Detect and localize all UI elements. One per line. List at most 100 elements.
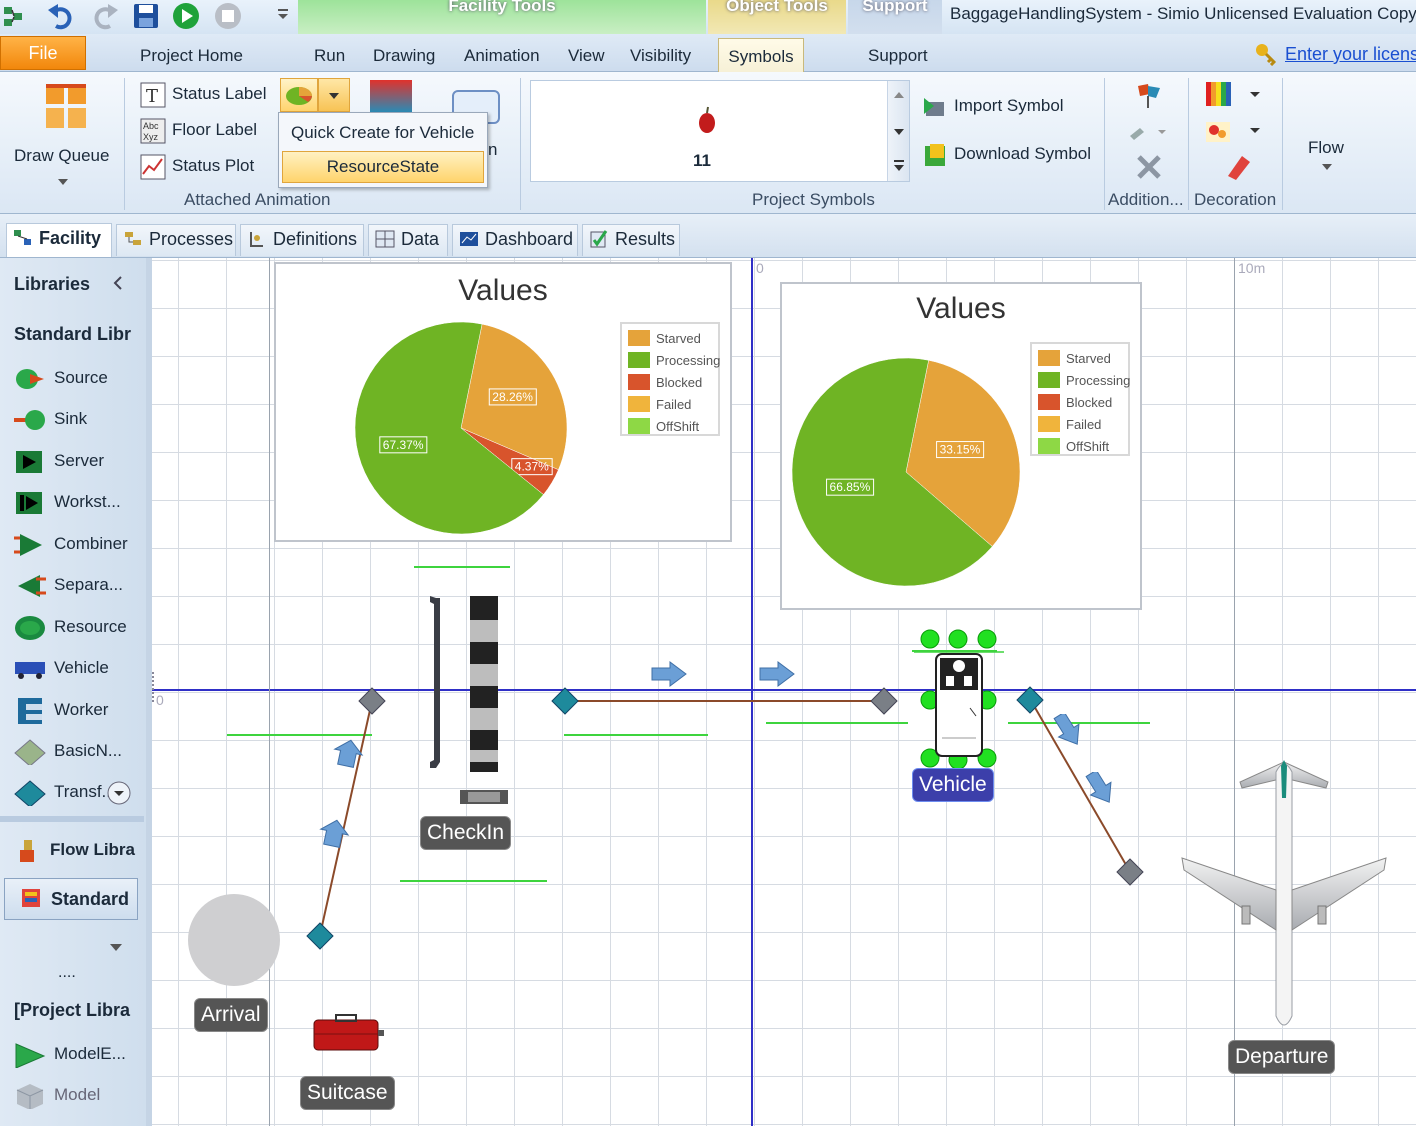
gallery-scroll[interactable] (887, 81, 909, 181)
download-symbol-icon (925, 144, 945, 166)
tab-results[interactable]: Results (582, 224, 680, 256)
chevron-up-icon[interactable] (888, 85, 910, 105)
tab-animation[interactable]: Animation (464, 46, 540, 66)
facility-canvas[interactable]: 10m 0 10m 0 Arrival Suitcase (152, 258, 1416, 1126)
vehicle-symbol[interactable] (914, 628, 1004, 768)
basic-node[interactable] (1116, 858, 1144, 886)
status-pie-button[interactable] (280, 78, 318, 112)
tab-processes[interactable]: Processes (116, 224, 236, 256)
tab-symbols[interactable]: Symbols (718, 38, 804, 73)
direction-arrow-icon (1085, 772, 1112, 803)
tab-dashboard[interactable]: Dashboard (452, 224, 578, 256)
transfer-node[interactable] (1016, 686, 1044, 714)
legend-item-starved: Starved (628, 328, 712, 350)
import-symbol-button[interactable]: Import Symbol (922, 94, 1072, 122)
status-pie-dropdown[interactable] (318, 78, 350, 112)
download-symbol-button[interactable]: Download Symbol (922, 142, 1092, 170)
separator-icon (18, 575, 46, 597)
library-item-label: Separa... (54, 575, 123, 594)
scroll-down-icon[interactable] (106, 780, 132, 806)
more-libraries[interactable]: .... (58, 964, 76, 982)
eraser-icon[interactable] (1222, 152, 1252, 182)
departure-label[interactable]: Departure (1228, 1040, 1336, 1074)
airplane-symbol[interactable] (1180, 758, 1390, 1028)
tab-view[interactable]: View (568, 46, 605, 66)
checkin-counter[interactable] (422, 590, 522, 810)
svg-text:Abc: Abc (143, 121, 159, 131)
draw-queue-button[interactable]: Draw Queue (6, 78, 116, 185)
status-pie-chart-2[interactable]: Values 33.15% 66.85% Starved Processing Blo… (780, 282, 1142, 610)
save-icon[interactable] (132, 2, 160, 30)
suitcase-label[interactable]: Suitcase (300, 1076, 395, 1110)
vehicle-label[interactable]: Vehicle (912, 768, 994, 802)
status-plot-button[interactable]: Status Plot (138, 154, 272, 182)
dashboard-icon (459, 230, 479, 248)
legend-swatch (1038, 350, 1060, 366)
tab-support[interactable]: Support (868, 46, 928, 66)
legend-item-blocked: Blocked (628, 372, 712, 394)
import-symbol-label: Import Symbol (954, 96, 1064, 115)
edit-icon[interactable] (1128, 122, 1168, 144)
arrival-label[interactable]: Arrival (194, 998, 268, 1032)
app-icon[interactable] (2, 4, 26, 28)
transfer-node[interactable] (306, 922, 334, 950)
undo-icon[interactable] (46, 2, 76, 30)
flow-button[interactable]: Flow (1296, 136, 1356, 176)
legend-swatch (628, 374, 650, 390)
decoration-group-label: Decoration (1194, 190, 1277, 209)
arrival-symbol[interactable] (188, 894, 280, 986)
direction-arrow-icon (759, 661, 795, 687)
tab-drawing[interactable]: Drawing (373, 46, 435, 66)
basic-node[interactable] (358, 687, 386, 715)
suitcase-symbol[interactable] (310, 1014, 386, 1054)
checkin-label[interactable]: CheckIn (420, 816, 512, 850)
view-tabs: Facility Processes Definitions Data Dash… (0, 214, 1416, 258)
chevron-down-icon[interactable] (888, 121, 910, 141)
delete-icon[interactable] (1136, 154, 1162, 180)
support-group-label: Support (862, 0, 928, 15)
pie-slice-label: 33.15% (940, 443, 981, 457)
tab-data[interactable]: Data (368, 224, 448, 256)
tab-definitions[interactable]: Definitions (240, 224, 364, 256)
chevron-down-icon[interactable] (110, 944, 122, 952)
gradient-symbol-icon[interactable] (370, 80, 412, 112)
library-item-label: Combiner (54, 534, 128, 553)
tab-visibility[interactable]: Visibility (630, 46, 691, 66)
customize-toolbar-icon[interactable] (276, 6, 290, 22)
title-bar: Facility Tools Object Tools Support Bagg… (0, 0, 1416, 72)
status-label-button[interactable]: T Status Label (138, 82, 272, 110)
legend-item-processing: Processing (1038, 370, 1130, 392)
menu-item-quick-create[interactable]: Quick Create for Vehicle (291, 123, 474, 143)
collapse-icon[interactable] (112, 276, 124, 290)
tab-file[interactable]: File (0, 36, 86, 70)
tab-processes-label: Processes (149, 229, 234, 249)
tab-project-home[interactable]: Project Home (140, 46, 243, 66)
floor-label-button[interactable]: Abc Xyz Floor Label (138, 118, 272, 146)
texture-icon[interactable] (1204, 120, 1264, 144)
hidden-button-label-tail: n (488, 140, 498, 159)
pin-icon[interactable] (1134, 82, 1164, 110)
stop-icon[interactable] (214, 2, 242, 30)
redo-icon[interactable] (90, 2, 120, 30)
tab-facility[interactable]: Facility (6, 223, 112, 257)
run-icon[interactable] (172, 2, 200, 30)
license-link[interactable]: Enter your license (1285, 44, 1416, 65)
color-bars-icon[interactable] (1204, 80, 1264, 110)
pie-chart-icon (286, 87, 312, 105)
transfer-node[interactable] (551, 687, 579, 715)
tab-run[interactable]: Run (314, 46, 345, 66)
legend-item-starved: Starved (1038, 348, 1122, 370)
standard-library-button[interactable]: Standard (4, 878, 138, 920)
project-symbols-gallery[interactable]: 11 (530, 80, 910, 182)
key-icon[interactable] (1254, 42, 1278, 67)
server-icon (16, 451, 42, 473)
workstation-icon (16, 492, 42, 514)
vehicle-icon (15, 662, 45, 679)
basic-node[interactable] (870, 687, 898, 715)
legend-swatch (628, 352, 650, 368)
menu-item-resource-state[interactable]: ResourceState (282, 151, 484, 183)
status-pie-chart-1[interactable]: Values 28.26% 4.37% 67.37% Starved Processi… (274, 262, 732, 542)
more-icon[interactable] (888, 155, 910, 175)
menu-item-resource-state-label: ResourceState (326, 157, 440, 176)
legend-label: OffShift (656, 419, 700, 434)
